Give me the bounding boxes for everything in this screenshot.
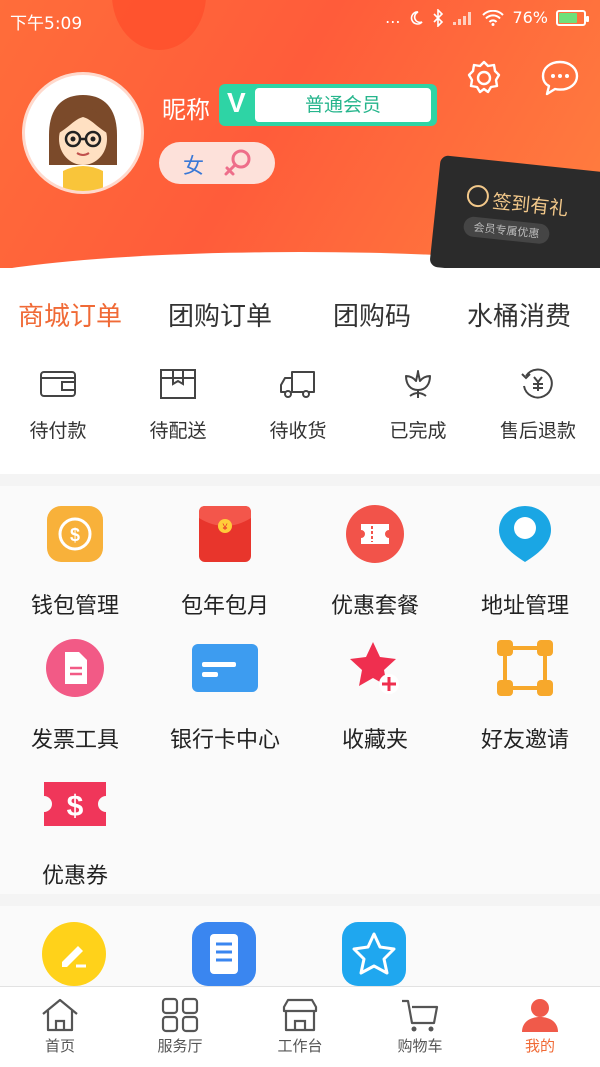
ticket-icon xyxy=(346,505,404,563)
service-favorites[interactable]: 收藏夹 xyxy=(300,638,450,754)
flower-icon xyxy=(405,370,431,398)
document-icon[interactable] xyxy=(192,922,256,986)
service-label: 银行卡中心 xyxy=(169,728,280,753)
service-label: 发票工具 xyxy=(30,728,119,753)
svg-text:$: $ xyxy=(70,525,80,545)
tab-home[interactable]: 首页 xyxy=(0,987,120,1067)
member-level-badge[interactable]: V 普通会员 xyxy=(219,84,437,126)
tab-label: 服务厅 xyxy=(157,1037,203,1055)
wallet-coin-icon: $ xyxy=(47,506,103,562)
truck-icon xyxy=(280,371,315,398)
tab-label: 购物车 xyxy=(397,1037,443,1055)
wifi-icon xyxy=(482,9,505,26)
star-icon[interactable] xyxy=(342,922,406,986)
svg-text:$: $ xyxy=(67,790,84,823)
service-label: 钱包管理 xyxy=(30,594,119,619)
order-status-label: 售后退款 xyxy=(499,420,576,442)
invoice-icon xyxy=(46,639,104,697)
gender-label: 女 xyxy=(183,154,204,178)
status-dots: ... xyxy=(385,8,401,27)
order-status-pending-delivery[interactable]: 待配送 xyxy=(118,366,238,443)
service-discount-package[interactable]: 优惠套餐 xyxy=(300,504,450,620)
order-status-completed[interactable]: 已完成 xyxy=(358,366,478,443)
bluetooth-icon xyxy=(433,8,444,27)
refund-icon xyxy=(521,368,553,399)
svg-text:¥: ¥ xyxy=(221,522,228,532)
vip-mark: V xyxy=(227,87,246,118)
services-grid: $ 钱包管理 ¥ 包年包月 优惠套餐 地址管理 发票工具 银行卡中心 收藏夹 好… xyxy=(0,486,600,894)
signin-subtitle: 会员专属优惠 xyxy=(462,215,551,245)
tab-service-hall[interactable]: 服务厅 xyxy=(120,987,240,1067)
service-label: 优惠券 xyxy=(41,864,108,889)
red-envelope-icon: ¥ xyxy=(199,506,251,562)
package-icon xyxy=(160,369,196,399)
order-status-label: 待付款 xyxy=(29,420,87,442)
service-label: 优惠套餐 xyxy=(330,594,419,619)
tab-label: 首页 xyxy=(44,1037,75,1055)
girl-avatar-icon xyxy=(49,95,117,191)
order-status-pending-receipt[interactable]: 待收货 xyxy=(238,366,358,443)
coupon-dollar-icon: $ xyxy=(44,782,106,826)
order-status-label: 已完成 xyxy=(389,420,447,442)
service-label: 好友邀请 xyxy=(480,728,569,753)
service-coupons[interactable]: $ 优惠券 xyxy=(0,774,150,890)
bank-card-icon xyxy=(192,644,258,692)
tab-workbench[interactable]: 工作台 xyxy=(240,987,360,1067)
service-bank-card[interactable]: 银行卡中心 xyxy=(150,638,300,754)
service-wallet[interactable]: $ 钱包管理 xyxy=(0,504,150,620)
signin-title: 签到有礼 xyxy=(491,190,570,221)
moon-icon xyxy=(411,10,424,25)
pencil-icon[interactable] xyxy=(42,922,106,986)
service-label: 地址管理 xyxy=(480,594,569,619)
female-symbol-icon xyxy=(224,149,251,176)
order-status-refund[interactable]: 售后退款 xyxy=(478,366,598,443)
status-time: 下午5:09 xyxy=(10,14,83,34)
location-pin-icon xyxy=(499,506,551,562)
order-section: 商城订单 团购订单 团购码 水桶消费 待付款 待配送 待收货 已完成 售后退款 xyxy=(0,268,600,474)
tab-cart[interactable]: 购物车 xyxy=(360,987,480,1067)
status-bar: 下午5:09 ... 76% xyxy=(0,0,600,40)
tab-label: 我的 xyxy=(524,1037,555,1055)
star-plus-icon xyxy=(350,642,399,694)
message-bubble-icon[interactable] xyxy=(540,58,580,98)
battery-percent: 76% xyxy=(512,8,548,27)
tab-profile[interactable]: 我的 xyxy=(480,987,600,1067)
service-address[interactable]: 地址管理 xyxy=(450,504,600,620)
service-annual-monthly[interactable]: ¥ 包年包月 xyxy=(150,504,300,620)
signin-reward-card[interactable]: 签到有礼 会员专属优惠 xyxy=(429,155,600,268)
invite-network-icon xyxy=(497,640,553,696)
tab-group-codes[interactable]: 团购码 xyxy=(333,296,411,333)
service-invite-friends[interactable]: 好友邀请 xyxy=(450,638,600,754)
store-icon xyxy=(282,998,318,1032)
settings-gear-icon[interactable] xyxy=(464,58,504,98)
grid-icon xyxy=(161,997,199,1033)
service-label: 收藏夹 xyxy=(341,728,408,753)
service-label: 包年包月 xyxy=(180,594,269,619)
profile-header: 下午5:09 ... 76% 昵称 V 普通会员 女 签到有礼 会员专属优惠 xyxy=(0,0,600,268)
cart-icon xyxy=(402,999,439,1032)
battery-icon xyxy=(556,9,589,26)
service-invoice[interactable]: 发票工具 xyxy=(0,638,150,754)
tab-group-orders[interactable]: 团购订单 xyxy=(168,296,272,333)
member-level-label: 普通会员 xyxy=(255,88,431,122)
user-icon xyxy=(522,999,558,1032)
avatar[interactable] xyxy=(22,72,144,194)
signal-icon xyxy=(453,11,472,25)
bottom-tab-bar: 首页 服务厅 工作台 购物车 我的 xyxy=(0,986,600,1067)
tab-label: 工作台 xyxy=(277,1037,323,1055)
tab-bucket-consumption[interactable]: 水桶消费 xyxy=(467,296,571,333)
nickname[interactable]: 昵称 xyxy=(162,90,210,125)
wallet-icon xyxy=(40,371,76,397)
tab-mall-orders[interactable]: 商城订单 xyxy=(18,296,122,333)
order-status-label: 待收货 xyxy=(269,420,327,442)
tools-row xyxy=(0,906,600,986)
gift-icon xyxy=(465,183,490,209)
gender-badge: 女 xyxy=(159,142,275,184)
home-icon xyxy=(42,998,78,1032)
order-status-label: 待配送 xyxy=(149,420,207,442)
order-status-pending-payment[interactable]: 待付款 xyxy=(0,366,118,443)
